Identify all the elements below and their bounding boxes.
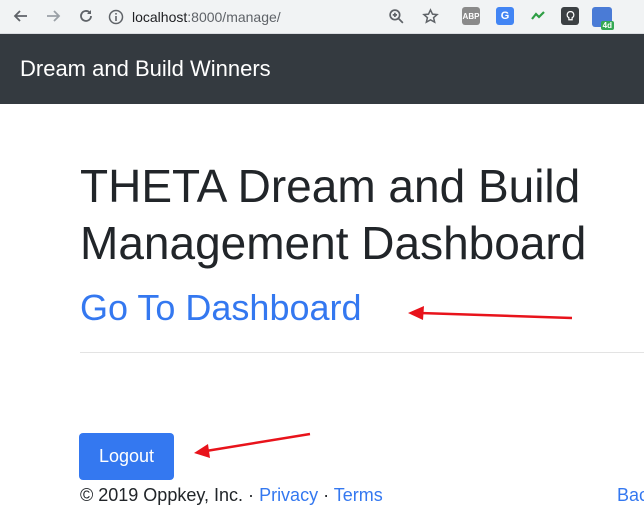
- navbar: Dream and Build Winners: [0, 34, 644, 104]
- abp-extension-icon[interactable]: ABP: [462, 7, 480, 25]
- page-title-line1: THETA Dream and Build: [80, 160, 581, 212]
- footer-terms-link[interactable]: Terms: [334, 485, 383, 505]
- logout-button[interactable]: Logout: [79, 433, 174, 480]
- page: localhost:8000/manage/ ABP G 4d Dream an…: [0, 0, 644, 510]
- browser-toolbar: localhost:8000/manage/ ABP G 4d: [0, 0, 644, 34]
- translate-extension-icon[interactable]: G: [496, 7, 514, 25]
- footer-separator: ·: [323, 485, 330, 505]
- arrow-to-logout-button: [194, 432, 311, 458]
- arrow-to-dashboard-link: [408, 306, 573, 320]
- calendar-badge: 4d: [600, 21, 614, 30]
- page-title-line2: Management Dashboard: [80, 217, 587, 269]
- reload-icon[interactable]: [76, 6, 96, 26]
- back-icon[interactable]: [11, 6, 31, 26]
- go-to-dashboard-link[interactable]: Go To Dashboard: [80, 284, 362, 332]
- divider: [80, 352, 644, 353]
- zoom-icon[interactable]: [386, 6, 406, 26]
- url-host: localhost: [132, 8, 188, 25]
- grammar-extension-icon[interactable]: [529, 7, 547, 25]
- footer-privacy-link[interactable]: Privacy: [259, 485, 318, 505]
- star-icon[interactable]: [420, 6, 440, 26]
- forward-icon[interactable]: [43, 6, 63, 26]
- footer-copyright: © 2019 Oppkey, Inc.: [80, 485, 244, 505]
- page-title: THETA Dream and Build Management Dashboa…: [80, 158, 644, 272]
- navbar-brand[interactable]: Dream and Build Winners: [20, 56, 271, 82]
- lightbulb-extension-icon[interactable]: [561, 7, 579, 25]
- footer-separator: ·: [248, 485, 255, 505]
- info-icon[interactable]: [108, 9, 124, 25]
- calendar-extension-icon[interactable]: 4d: [592, 7, 614, 30]
- url-text: localhost:8000/manage/: [132, 9, 281, 25]
- footer-back-link[interactable]: Bac: [617, 485, 644, 506]
- url-path: :8000/manage/: [187, 8, 281, 25]
- footer: © 2019 Oppkey, Inc. · Privacy · Terms: [80, 485, 383, 506]
